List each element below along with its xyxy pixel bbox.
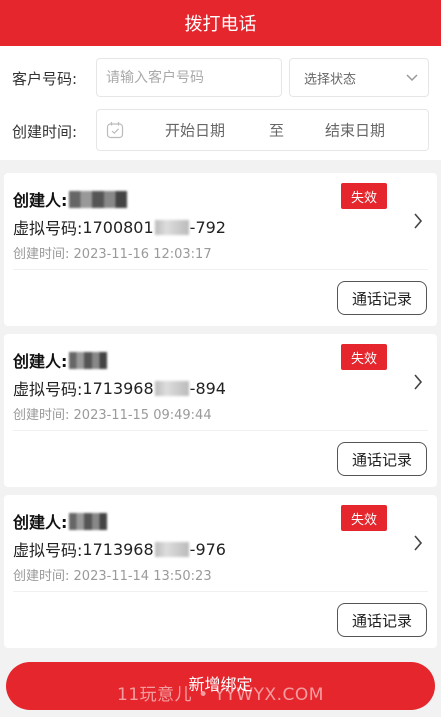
virtual-number-row: 虚拟号码: 1700801 -792	[13, 215, 226, 239]
date-separator: 至	[269, 121, 285, 140]
created-time: 创建时间: 2023-11-15 09:49:44	[13, 404, 212, 423]
created-time-label: 创建时间:	[12, 123, 78, 141]
virtual-number-prefix: 1700801	[82, 217, 154, 237]
virtual-number-suffix: -792	[189, 217, 226, 237]
record-card[interactable]: 创建人: 失效 虚拟号码: 1700801 -792 创建时间: 2023-11…	[4, 173, 437, 326]
virtual-number-redacted	[154, 219, 189, 235]
header-bar: 拨打电话	[0, 0, 441, 46]
record-card[interactable]: 创建人: 失效 虚拟号码: 1713968 -894 创建时间: 2023-11…	[4, 334, 437, 487]
status-badge: 失效	[341, 344, 387, 370]
creator-row: 创建人:	[13, 187, 128, 211]
status-badge: 失效	[341, 505, 387, 531]
divider	[13, 430, 428, 431]
created-time: 创建时间: 2023-11-16 12:03:17	[13, 243, 212, 262]
end-date[interactable]: 结束日期	[325, 120, 385, 141]
chevron-right-icon[interactable]	[413, 374, 423, 390]
created-time-label: 创建时间:	[13, 247, 70, 262]
virtual-number-redacted	[154, 541, 189, 557]
page-title: 拨打电话	[184, 14, 257, 35]
status-select-value: 选择状态	[304, 72, 357, 87]
virtual-number-row: 虚拟号码: 1713968 -894	[13, 376, 226, 400]
divider	[13, 591, 428, 592]
start-date[interactable]: 开始日期	[165, 120, 225, 141]
virtual-number-suffix: -976	[189, 539, 226, 559]
status-badge: 失效	[341, 183, 387, 209]
date-range-picker[interactable]: 开始日期 至 结束日期	[96, 109, 429, 151]
customer-number-label: 客户号码:	[12, 70, 78, 88]
creator-row: 创建人:	[13, 348, 108, 372]
status-select[interactable]: 选择状态	[289, 58, 429, 97]
creator-name-redacted	[69, 351, 108, 369]
virtual-number-label: 虚拟号码:	[13, 541, 83, 560]
created-time: 创建时间: 2023-11-14 13:50:23	[13, 565, 212, 584]
call-records-button[interactable]: 通话记录	[337, 281, 427, 315]
divider	[13, 269, 428, 270]
created-time-value: 2023-11-16 12:03:17	[73, 247, 212, 262]
chevron-down-icon	[406, 73, 418, 81]
virtual-number-redacted	[154, 380, 189, 396]
customer-number-field[interactable]	[96, 58, 282, 97]
virtual-number-label: 虚拟号码:	[13, 219, 83, 238]
virtual-number-prefix: 1713968	[82, 378, 154, 398]
filter-panel: 客户号码: 选择状态 创建时间: 开始日期 至 结束日期	[0, 46, 441, 160]
created-time-label: 创建时间:	[13, 408, 70, 423]
watermark: 11玩意儿 • YYWYX.COM	[117, 685, 324, 705]
creator-row: 创建人:	[13, 509, 108, 533]
calendar-icon	[106, 122, 124, 139]
creator-name-redacted	[69, 512, 108, 530]
virtual-number-label: 虚拟号码:	[13, 380, 83, 399]
creator-label: 创建人:	[13, 352, 68, 371]
virtual-number-suffix: -894	[189, 378, 226, 398]
creator-name-redacted	[69, 190, 128, 208]
virtual-number-prefix: 1713968	[82, 539, 154, 559]
created-time-label: 创建时间:	[13, 569, 70, 584]
virtual-number-row: 虚拟号码: 1713968 -976	[13, 537, 226, 561]
customer-number-input[interactable]	[97, 59, 281, 96]
record-card[interactable]: 创建人: 失效 虚拟号码: 1713968 -976 创建时间: 2023-11…	[4, 495, 437, 648]
call-records-button[interactable]: 通话记录	[337, 603, 427, 637]
creator-label: 创建人:	[13, 191, 68, 210]
chevron-right-icon[interactable]	[413, 535, 423, 551]
created-time-value: 2023-11-14 13:50:23	[73, 569, 212, 584]
call-records-button[interactable]: 通话记录	[337, 442, 427, 476]
chevron-right-icon[interactable]	[413, 213, 423, 229]
created-time-value: 2023-11-15 09:49:44	[73, 408, 212, 423]
creator-label: 创建人:	[13, 513, 68, 532]
